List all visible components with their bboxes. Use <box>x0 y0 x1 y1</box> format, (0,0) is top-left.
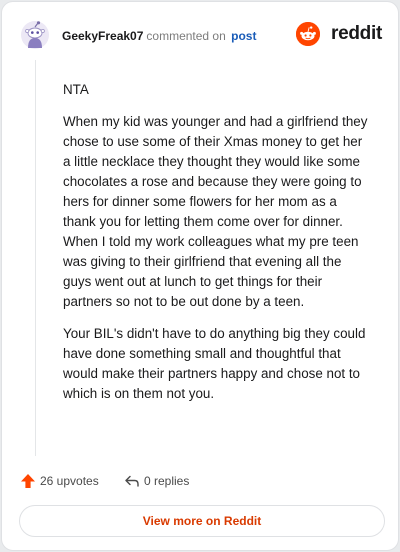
comment-paragraph: Your BIL's didn't have to do anything bi… <box>63 326 366 401</box>
upvote-arrow-icon <box>21 474 35 488</box>
comment-meta: GeekyFreak07 commented on post <box>62 28 256 44</box>
reddit-logo-icon <box>296 22 320 46</box>
comment-body: NTA When my kid was younger and had a gi… <box>63 80 373 416</box>
avatar[interactable] <box>20 20 50 50</box>
comment-paragraph: When my kid was younger and had a girlfr… <box>63 114 368 309</box>
comment-paragraph: NTA <box>63 82 89 97</box>
username-link[interactable]: GeekyFreak07 <box>62 29 143 43</box>
thread-line <box>35 60 36 456</box>
comment-header: GeekyFreak07 commented on post reddit <box>20 20 382 52</box>
reply-count: 0 replies <box>144 474 190 488</box>
view-more-button[interactable]: View more on Reddit <box>19 505 385 537</box>
reply-arrow-icon <box>125 475 139 487</box>
snoo-avatar-icon <box>20 20 50 50</box>
post-link[interactable]: post <box>231 29 256 43</box>
reddit-brand[interactable]: reddit <box>292 22 382 48</box>
reddit-wordmark: reddit <box>331 23 382 44</box>
comment-embed-card: GeekyFreak07 commented on post reddit NT… <box>1 1 399 551</box>
commented-label: commented on <box>146 29 226 43</box>
upvote-count: 26 upvotes <box>40 474 99 488</box>
